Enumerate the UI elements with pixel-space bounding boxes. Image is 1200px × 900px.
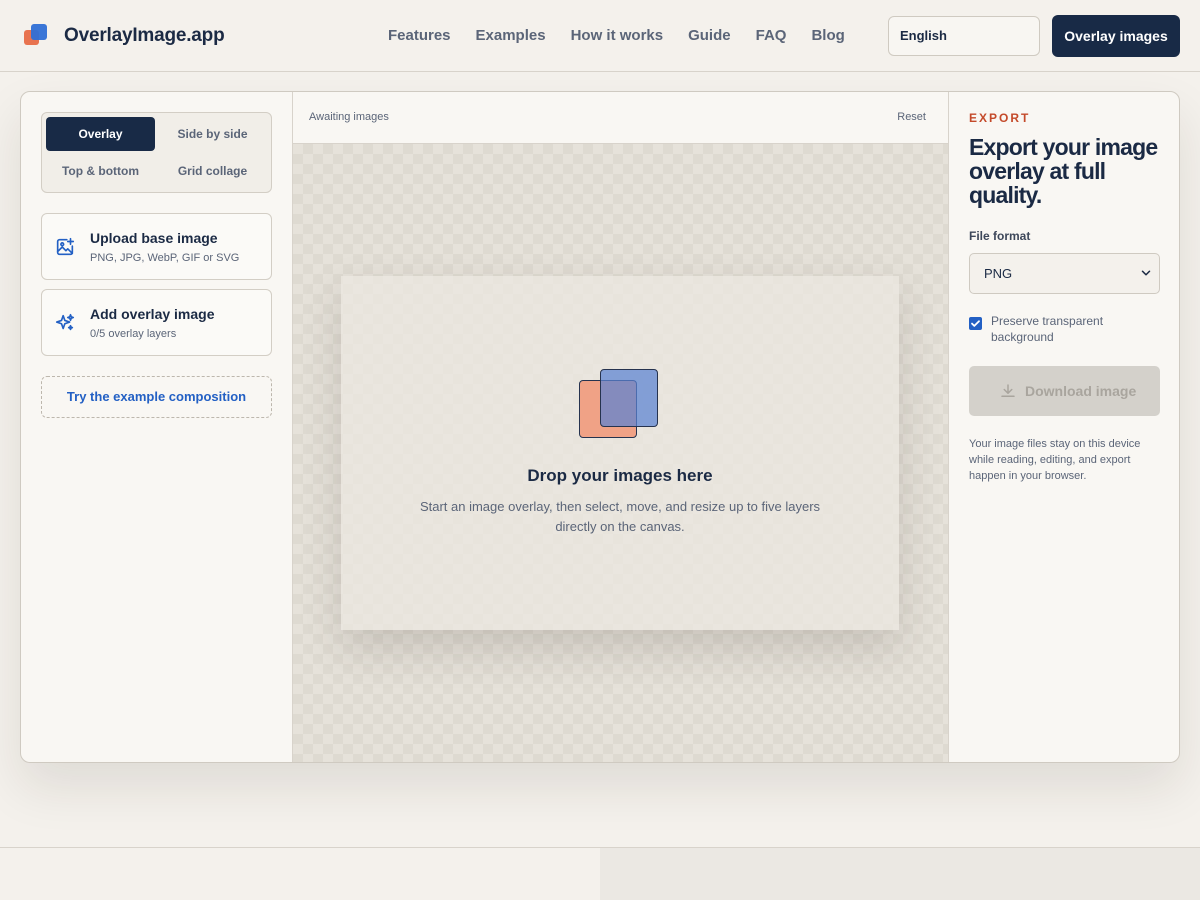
top-header: OverlayImage.app Features Examples How i… xyxy=(0,0,1200,72)
file-format-select[interactable]: PNG xyxy=(969,253,1160,294)
nav-blog[interactable]: Blog xyxy=(811,27,844,44)
brand-logo-icon[interactable] xyxy=(24,24,48,46)
mode-overlay[interactable]: Overlay xyxy=(46,117,155,151)
left-panel: Overlay Side by side Top & bottom Grid c… xyxy=(21,92,293,762)
download-icon xyxy=(1001,384,1015,397)
language-select[interactable]: English xyxy=(888,16,1040,56)
upload-base-title: Upload base image xyxy=(90,230,218,246)
main-nav: Features Examples How it works Guide FAQ… xyxy=(388,27,870,44)
add-overlay-button[interactable]: Add overlay image 0/5 overlay layers xyxy=(41,289,272,356)
lower-section-panel xyxy=(600,848,1200,900)
try-example-button[interactable]: Try the example composition xyxy=(41,376,272,418)
sparkles-icon xyxy=(55,313,75,331)
drop-title: Drop your images here xyxy=(527,466,713,485)
canvas-toolbar: Awaiting images Reset xyxy=(293,92,948,144)
preserve-transparency-checkbox[interactable] xyxy=(969,317,982,330)
export-panel: EXPORT Export your image overlay at full… xyxy=(948,92,1179,762)
mode-grid-collage[interactable]: Grid collage xyxy=(158,154,267,188)
export-headline: Export your image overlay at full qualit… xyxy=(969,134,1158,208)
preserve-transparency-label[interactable]: Preserve transparent background xyxy=(991,313,1141,345)
upload-base-subtitle: PNG, JPG, WebP, GIF or SVG xyxy=(90,252,240,264)
editor-card: Overlay Side by side Top & bottom Grid c… xyxy=(20,91,1180,763)
canvas-stage[interactable]: Drop your images here Start an image ove… xyxy=(293,144,948,762)
nav-examples[interactable]: Examples xyxy=(476,27,546,44)
overlay-layer-count: 0/5 overlay layers xyxy=(90,328,177,340)
download-label: Download image xyxy=(1025,383,1137,399)
nav-features[interactable]: Features xyxy=(388,27,451,44)
privacy-note: Your image files stay on this device whi… xyxy=(969,438,1141,482)
export-eyebrow: EXPORT xyxy=(969,111,1031,125)
mode-side-by-side[interactable]: Side by side xyxy=(158,117,267,151)
overlay-images-button[interactable]: Overlay images xyxy=(1052,15,1180,57)
drop-zone[interactable]: Drop your images here Start an image ove… xyxy=(341,276,899,630)
mode-top-bottom[interactable]: Top & bottom xyxy=(46,154,155,188)
drop-subtitle: Start an image overlay, then select, mov… xyxy=(419,499,821,534)
download-image-button[interactable]: Download image xyxy=(969,366,1160,416)
image-plus-icon xyxy=(56,237,75,256)
nav-guide[interactable]: Guide xyxy=(688,27,731,44)
brand-name[interactable]: OverlayImage.app xyxy=(64,25,225,47)
nav-faq[interactable]: FAQ xyxy=(756,27,787,44)
chevron-down-icon xyxy=(1141,270,1151,276)
file-format-value: PNG xyxy=(984,266,1013,281)
layers-illustration-icon xyxy=(579,369,661,439)
mode-switcher: Overlay Side by side Top & bottom Grid c… xyxy=(41,112,272,193)
checkmark-icon xyxy=(971,320,980,327)
nav-how-it-works[interactable]: How it works xyxy=(571,27,664,44)
file-format-label: File format xyxy=(969,229,1031,243)
canvas-status: Awaiting images xyxy=(309,111,389,123)
upload-base-button[interactable]: Upload base image PNG, JPG, WebP, GIF or… xyxy=(41,213,272,280)
add-overlay-title: Add overlay image xyxy=(90,306,215,322)
canvas-area: Awaiting images Reset Drop your images h… xyxy=(293,92,948,762)
reset-button[interactable]: Reset xyxy=(897,111,926,123)
